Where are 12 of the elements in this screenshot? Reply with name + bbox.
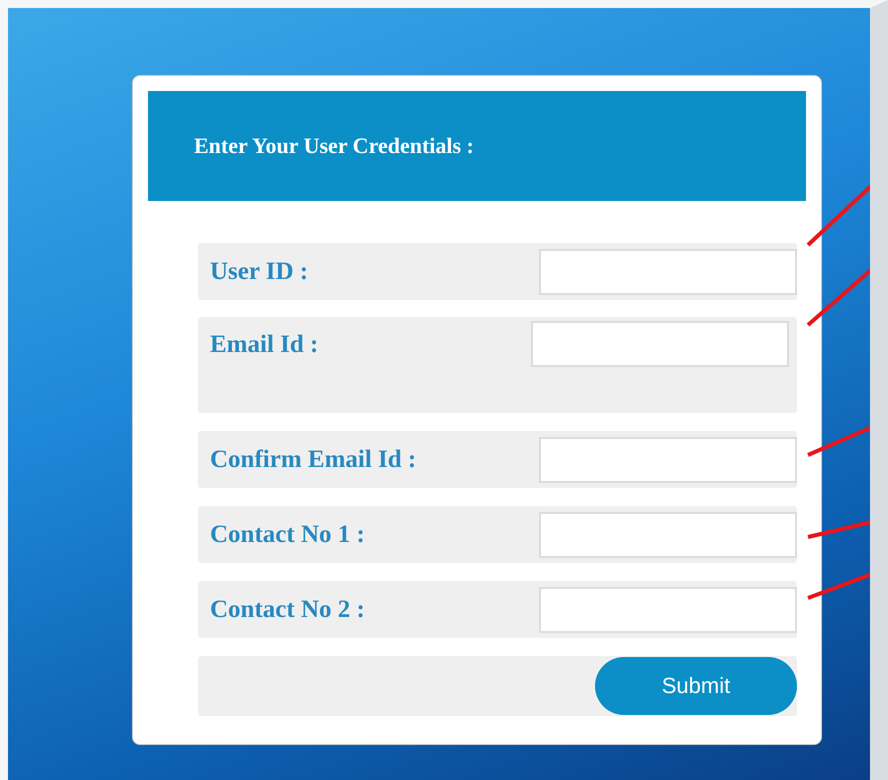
field-label: Contact No 2 : <box>210 596 365 624</box>
field-label: Confirm Email Id : <box>210 446 416 474</box>
field-label: Contact No 1 : <box>210 520 365 548</box>
input-field[interactable] <box>539 248 797 294</box>
field-label: User ID : <box>210 258 308 286</box>
input-field[interactable] <box>539 512 797 558</box>
input-field[interactable] <box>531 321 789 367</box>
form-title: Enter Your User Credentials : <box>194 133 474 159</box>
input-field[interactable] <box>539 586 797 632</box>
submit-button[interactable]: Submit <box>595 657 797 715</box>
field-label: Email Id : <box>210 331 318 359</box>
input-field[interactable] <box>539 436 797 482</box>
